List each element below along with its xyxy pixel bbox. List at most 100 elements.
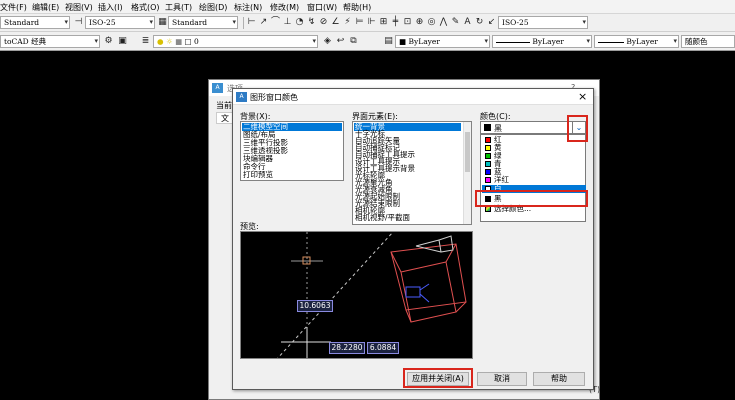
- color-swatch-icon: ■: [399, 37, 407, 46]
- lock-icon: ■: [175, 37, 183, 46]
- menu-format[interactable]: 格式(O): [131, 2, 160, 13]
- scrollbar-thumb[interactable]: [465, 132, 470, 172]
- black-swatch-icon: [484, 124, 491, 131]
- color-combo[interactable]: ■ ByLayer ▾: [395, 35, 490, 48]
- interface-list-scrollbar[interactable]: [463, 122, 471, 224]
- tracking-vector: [277, 232, 394, 358]
- color-option-label: 洋红: [494, 175, 509, 184]
- jogged-linear-icon[interactable]: ⋀: [438, 17, 449, 28]
- app-logo-icon: A: [212, 83, 223, 93]
- preview-pane: 10.6063 28.2280 6.0884: [240, 231, 473, 359]
- blue-swatch-icon: [485, 169, 491, 175]
- context-item[interactable]: 打印预览: [242, 171, 273, 179]
- context-listbox[interactable]: 二维模型空间 图纸/布局 三维平行投影 三维透视投影 块编辑器 命令行 打印预览: [240, 121, 344, 181]
- dialog-title: 图形窗口颜色: [250, 93, 298, 102]
- menu-bar: 文件(F) 编辑(E) 视图(V) 插入(I) 格式(O) 工具(T) 绘图(D…: [0, 0, 735, 14]
- chevron-down-icon: ▾: [232, 18, 236, 26]
- layer-previous-icon[interactable]: ↩: [335, 36, 346, 47]
- table-style-combo[interactable]: Standard ▾: [168, 16, 238, 29]
- current-profile-label: 当前: [216, 101, 232, 110]
- chevron-down-icon: ▾: [94, 37, 98, 45]
- color-option-magenta[interactable]: 洋红: [482, 176, 582, 184]
- layer-combo[interactable]: ● ☼ ■ □ 0 ▾: [153, 35, 318, 48]
- tooltip-x: 28.2280: [329, 342, 365, 354]
- menu-tools[interactable]: 工具(T): [165, 2, 192, 13]
- linear-dim-icon[interactable]: ⊢: [246, 17, 257, 28]
- center-mark-icon[interactable]: ⊕: [414, 17, 425, 28]
- inspect-icon[interactable]: ◎: [426, 17, 437, 28]
- menu-insert[interactable]: 插入(I): [98, 2, 123, 13]
- annotation-box-white-option: [475, 190, 588, 207]
- make-current-icon[interactable]: ◈: [322, 36, 333, 47]
- close-icon[interactable]: ×: [578, 90, 587, 103]
- color-value: ByLayer: [408, 37, 440, 46]
- aligned-dim-icon[interactable]: ↗: [258, 17, 269, 28]
- plotstyle-value: 随颜色: [685, 37, 708, 46]
- dim-style-combo[interactable]: ISO-25 ▾: [85, 16, 155, 29]
- workspace-save-icon[interactable]: ▣: [117, 36, 128, 47]
- space-icon[interactable]: ⊞: [378, 17, 389, 28]
- annotation-box-dropdown: [567, 115, 588, 142]
- separator: [243, 17, 244, 29]
- help-button[interactable]: 帮助: [533, 372, 585, 386]
- layer-value: 0: [194, 37, 199, 46]
- lineweight-sample: [598, 41, 624, 43]
- light-glyph: [415, 235, 454, 253]
- lineweight-combo[interactable]: ByLayer ▾: [594, 35, 679, 48]
- menu-modify[interactable]: 修改(M): [270, 2, 299, 13]
- linetype-combo[interactable]: ByLayer ▾: [492, 35, 592, 48]
- layer-state-icon[interactable]: ⧉: [348, 36, 359, 47]
- dialog-titlebar: A 图形窗口颜色 ×: [233, 89, 593, 105]
- layer-color-icon: □: [184, 37, 192, 46]
- workspace-value: toCAD 经典: [4, 37, 47, 46]
- menu-view[interactable]: 视图(V): [65, 2, 93, 13]
- layer-manager-icon[interactable]: ≣: [140, 36, 151, 47]
- linetype-sample: [496, 41, 530, 43]
- angular-icon[interactable]: ∠: [330, 17, 341, 28]
- sun-icon: ☼: [165, 37, 173, 46]
- yellow-swatch-icon: [485, 145, 491, 151]
- interface-item[interactable]: 相机视野/平截面: [354, 214, 410, 222]
- quick-dim-icon[interactable]: ⚡: [342, 17, 353, 28]
- green-swatch-icon: [485, 153, 491, 159]
- table-style-icon[interactable]: ▦: [157, 17, 168, 28]
- continue-icon[interactable]: ⊩: [366, 17, 377, 28]
- menu-file[interactable]: 文件(F): [0, 2, 27, 13]
- break-icon[interactable]: ╪: [390, 17, 401, 28]
- camera-glyph: [405, 283, 430, 303]
- edit-dim-icon[interactable]: ✎: [450, 17, 461, 28]
- magenta-swatch-icon: [485, 177, 491, 183]
- baseline-icon[interactable]: ⊨: [354, 17, 365, 28]
- lineweight-value: ByLayer: [626, 37, 658, 46]
- color-dropdown-list[interactable]: 红 黄 绿 青 蓝 洋红 白 黑 选择颜色...: [480, 134, 586, 222]
- menu-dimension[interactable]: 标注(N): [234, 2, 262, 13]
- workspace-combo[interactable]: toCAD 经典 ▾: [0, 35, 100, 48]
- tolerance-icon[interactable]: ⊡: [402, 17, 413, 28]
- mleader-style-value: ISO-25: [502, 18, 529, 27]
- jogged-icon[interactable]: ↯: [306, 17, 317, 28]
- mleader-style-icon[interactable]: ↙: [486, 17, 497, 28]
- table-style-value: Standard: [172, 18, 208, 27]
- arc-length-icon[interactable]: ⌒: [270, 17, 281, 28]
- cancel-button[interactable]: 取消: [477, 372, 527, 386]
- menu-draw[interactable]: 绘图(D): [199, 2, 227, 13]
- interface-element-listbox[interactable]: 统一背景 十字光标 自动追踪矢量 自动捕捉标记 自动捕捉工具提示 设计工具提示 …: [352, 121, 472, 225]
- app-logo-icon: A: [236, 92, 247, 102]
- color-icon[interactable]: ▤: [383, 36, 394, 47]
- preview-drawing: [277, 232, 467, 358]
- ordinate-icon[interactable]: ⊥: [282, 17, 293, 28]
- dim-style-icon[interactable]: ⊣: [73, 17, 84, 28]
- workspace-settings-icon[interactable]: ⚙: [103, 36, 114, 47]
- mleader-style-combo[interactable]: ISO-25 ▾: [498, 16, 588, 29]
- update-icon[interactable]: ↻: [474, 17, 485, 28]
- text-style-combo[interactable]: Standard ▾: [0, 16, 70, 29]
- red-swatch-icon: [485, 137, 491, 143]
- radius-icon[interactable]: ◔: [294, 17, 305, 28]
- tooltip-length: 10.6063: [297, 300, 333, 312]
- menu-edit[interactable]: 编辑(E): [32, 2, 59, 13]
- diameter-icon[interactable]: ⊘: [318, 17, 329, 28]
- menu-help[interactable]: 帮助(H): [343, 2, 371, 13]
- plotstyle-combo[interactable]: 随颜色: [681, 35, 735, 48]
- menu-window[interactable]: 窗口(W): [307, 2, 337, 13]
- edit-text-icon[interactable]: A: [462, 17, 473, 28]
